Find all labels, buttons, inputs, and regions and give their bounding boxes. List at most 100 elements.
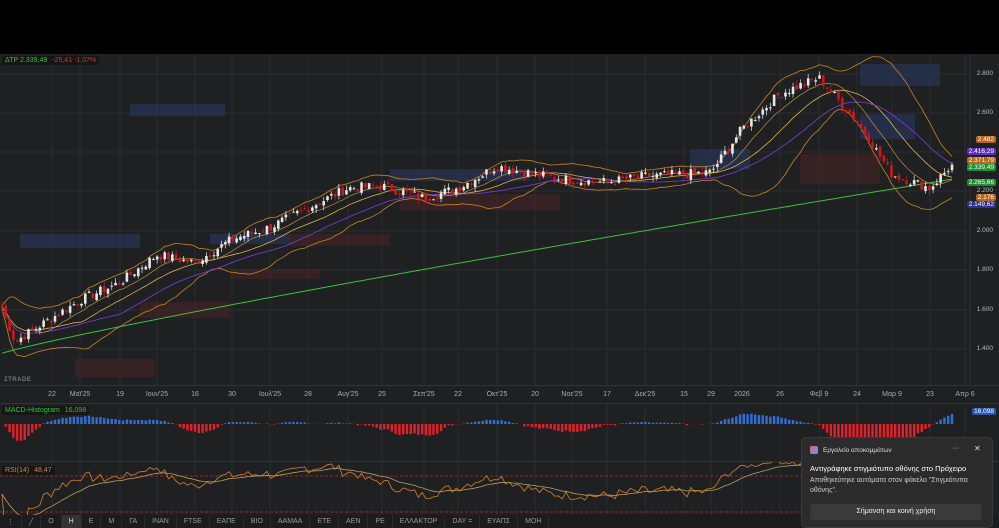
toolbar-button[interactable]: Ο (41, 515, 62, 528)
macd-bar (144, 420, 148, 424)
macd-bar (439, 424, 443, 431)
macd-bar (489, 419, 492, 424)
candle-body (367, 183, 371, 189)
candle-body (186, 258, 189, 263)
toolbar-button[interactable]: Μ (101, 515, 123, 528)
candle-body (182, 259, 185, 262)
macd-bar (292, 421, 295, 424)
macd-bar (806, 422, 810, 424)
candle-body (189, 259, 193, 262)
toolbar-button[interactable]: ΙΝΑΝ (145, 515, 177, 528)
candle-body (492, 171, 496, 174)
macd-bar (613, 424, 617, 426)
toolbar-button[interactable]: ΕΛΛΑΚΤΟΡ (393, 515, 446, 528)
time-axis-label: 25 (378, 391, 386, 398)
markup-and-share-button[interactable]: Σήμανση και κοινή χρήση (810, 504, 982, 520)
candle-body (439, 192, 443, 199)
candle-body (545, 171, 549, 175)
candle-body (931, 186, 935, 190)
candle-body (939, 174, 942, 183)
time-axis[interactable]: 22 Μαϊ'25 19 Ιουν'25 16 30 Ιουλ'25 28 Αυγ'25 25 Σε… (0, 385, 999, 404)
macd-bar (337, 422, 341, 424)
macd-bar (788, 419, 791, 424)
macd-bar (65, 417, 68, 424)
candle-body (927, 186, 931, 191)
macd-bar (496, 420, 500, 424)
macd-bar (451, 424, 454, 426)
candle-body (572, 182, 575, 185)
top-black-bar (0, 0, 999, 54)
toolbar-button[interactable]: ΕΤΕ (310, 515, 340, 528)
macd-bar (818, 424, 821, 425)
macd-bar (110, 418, 113, 424)
candle-body (30, 327, 34, 330)
macd-bar (390, 424, 394, 432)
more-options-button[interactable]: ··· (952, 445, 959, 452)
candle-body (462, 187, 466, 191)
candle-body (242, 236, 246, 239)
candle-body (731, 143, 734, 154)
macd-bar (99, 416, 102, 424)
macd-bar (825, 424, 829, 433)
macd-bar (625, 423, 628, 424)
price-axis-label: 1.400 (976, 345, 993, 352)
macd-bar (356, 424, 359, 426)
macd-bar (534, 424, 537, 428)
macd-bar (159, 421, 163, 424)
toolbar-button[interactable]: Η (61, 515, 82, 528)
candle-body (708, 169, 712, 173)
macd-bar (920, 424, 923, 432)
time-axis-label: 26 (776, 391, 784, 398)
candle-body (356, 189, 360, 192)
toolbar-button[interactable]: DAY = (445, 515, 481, 528)
toolbar-button[interactable]: ΑΕΝ (339, 515, 369, 528)
toolbar-button[interactable]: ΕΥΑΠΣ (480, 515, 519, 528)
toolbar-button[interactable]: FTSE (177, 515, 210, 528)
candle-body (451, 189, 454, 194)
macd-bar (205, 424, 208, 432)
time-axis-label: 29 (707, 391, 715, 398)
toolbar-button[interactable]: ΑΑΜΑΑ (271, 515, 311, 528)
candle-body (466, 182, 469, 189)
candle-body (477, 179, 481, 181)
time-axis-label: Ιουν'25 (145, 391, 169, 398)
toolbar-button[interactable]: ΓΑ (122, 515, 146, 528)
macd-bar (750, 413, 753, 424)
macd-bar (27, 424, 30, 436)
toolbar-button[interactable]: Ε (82, 515, 102, 528)
toolbar-button[interactable]: ΒΙΟ (244, 515, 271, 528)
toolbar-button[interactable]: ΕΑΠΕ (210, 515, 244, 528)
time-axis-label: Οκτ'25 (486, 391, 508, 398)
macd-bar (326, 423, 329, 424)
candle-body (523, 171, 526, 177)
macd-bar (349, 423, 352, 424)
toolbar-button[interactable]: ΜΟΗ (518, 515, 550, 528)
candle-body (485, 169, 488, 175)
price-chart-svg[interactable] (0, 54, 999, 385)
macd-bar (538, 424, 541, 429)
candle-body (734, 137, 738, 143)
candle-body (65, 310, 68, 313)
candle-body (38, 327, 42, 331)
toolbar-button[interactable]: ╱ (22, 515, 42, 528)
price-chart-pane[interactable]: ΔΤΡ 2.339,49 -25,41 -1,07% ZTRADE 2.800 2… (0, 54, 999, 385)
candle-body (511, 168, 515, 174)
candle-body (4, 305, 8, 317)
macd-bar (621, 423, 624, 424)
candle-body (87, 291, 91, 293)
macd-bar (477, 421, 481, 424)
macd-bar (303, 422, 306, 424)
macd-bar (939, 419, 942, 424)
macd-bar (46, 421, 49, 424)
macd-bar (137, 419, 140, 424)
snipping-tool-notification[interactable]: Εργαλείο αποκομμάτων ··· ✕ Αντιγράφηκε σ… (801, 437, 993, 528)
candle-body (155, 256, 159, 260)
candle-body (553, 177, 556, 180)
toolbar-button[interactable]: ΡΕ (368, 515, 393, 528)
close-icon[interactable]: ✕ (974, 444, 981, 453)
price-axis-label: 1.600 (976, 306, 993, 313)
toolbar-button[interactable]: ⋮ (0, 515, 22, 528)
time-axis-label: 22 (48, 391, 56, 398)
zone-box (20, 234, 140, 248)
time-axis-label: Σεπ'25 (413, 391, 435, 398)
